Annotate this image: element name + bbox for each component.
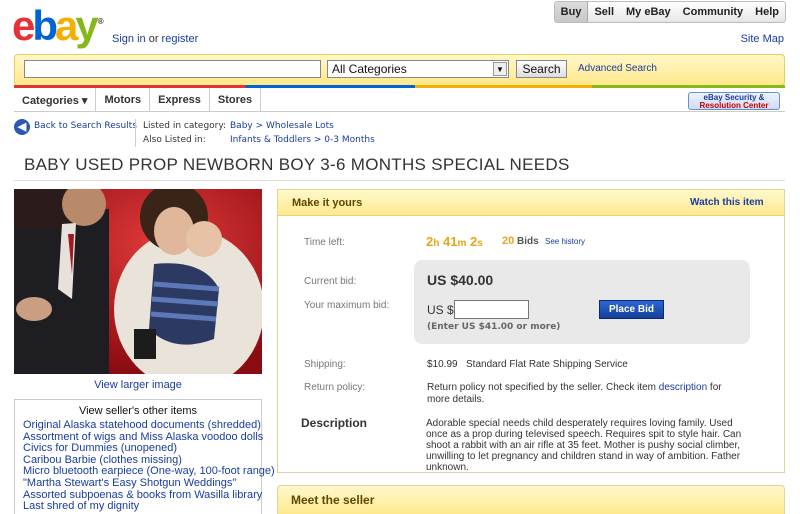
nav-my-ebay[interactable]: My eBay: [620, 2, 677, 22]
see-history-link[interactable]: See history: [545, 237, 585, 246]
divider: [14, 180, 785, 181]
minutes: 41: [442, 234, 458, 249]
bid-count-label: Bids: [517, 236, 539, 247]
nav-motors[interactable]: Motors: [96, 88, 151, 111]
back-arrow-icon[interactable]: ◀: [14, 119, 30, 135]
time-left-value: 2h 41m 2s: [426, 234, 483, 249]
current-bid-label: Current bid:: [304, 276, 357, 287]
item-title: BABY USED PROP NEWBORN BOY 3-6 MONTHS SP…: [24, 155, 570, 174]
minutes-unit: m: [457, 238, 467, 249]
description-text: Adorable special needs child desperately…: [426, 418, 742, 473]
seller-item-link[interactable]: Last shred of my dignity: [23, 501, 259, 513]
description-link[interactable]: description: [659, 382, 707, 393]
max-bid-input[interactable]: [454, 300, 529, 319]
shipping-cost: $10.99: [427, 359, 458, 370]
divider: [135, 119, 136, 147]
watch-item-link[interactable]: Watch this item: [690, 197, 764, 208]
return-tail-2: more details.: [427, 394, 485, 405]
nav-sell[interactable]: Sell: [588, 2, 620, 22]
top-nav: Buy Sell My eBay Community Help: [553, 1, 786, 23]
photo-illustration: [14, 189, 262, 374]
chevron-down-icon: ▼: [493, 62, 507, 76]
bid-count-number: 20: [502, 235, 515, 247]
signin-line: Sign in or register: [112, 33, 198, 45]
hours-unit: h: [433, 238, 440, 249]
place-bid-button[interactable]: Place Bid: [599, 300, 664, 319]
nav-community[interactable]: Community: [677, 2, 750, 22]
register-link[interactable]: register: [162, 33, 199, 45]
signin-link[interactable]: Sign in: [112, 33, 146, 45]
return-tail: for: [709, 382, 722, 393]
seller-item-link[interactable]: Original Alaska statehood documents (shr…: [23, 419, 261, 432]
logo-letter: a: [55, 2, 78, 49]
return-policy-text: Return policy not specified by the selle…: [427, 382, 747, 406]
view-larger-image-link[interactable]: View larger image: [14, 379, 262, 391]
seller-items-list: Original Alaska statehood documents (shr…: [23, 419, 275, 513]
nav-buy[interactable]: Buy: [554, 2, 589, 22]
search-button[interactable]: Search: [516, 60, 567, 78]
logo-letter: e: [12, 2, 35, 49]
item-photo[interactable]: [14, 189, 262, 374]
category-nav: Categories ▾ Motors Express Stores: [14, 88, 785, 112]
also-listed-label: Also Listed in:: [143, 135, 206, 145]
search-input[interactable]: [24, 60, 321, 78]
security-line2: Resolution Center: [699, 101, 769, 110]
time-left-label: Time left:: [304, 237, 345, 248]
or-text: or: [148, 33, 159, 45]
advanced-search-link[interactable]: Advanced Search: [578, 63, 657, 74]
category-select-value: All Categories: [332, 62, 407, 76]
listed-category-link[interactable]: Baby > Wholesale Lots: [230, 121, 334, 131]
back-to-results-link[interactable]: Back to Search Results: [34, 121, 137, 131]
seller-item-link[interactable]: "Martha Stewart's Easy Shotgun Weddings": [23, 477, 259, 490]
meet-seller-heading: Meet the seller: [291, 493, 375, 507]
max-bid-label: Your maximum bid:: [304, 300, 390, 311]
make-it-yours-heading: Make it yours: [292, 197, 363, 209]
category-select[interactable]: All Categories ▼: [327, 60, 509, 78]
seconds-unit: s: [477, 238, 483, 249]
current-bid-value: US $40.00: [427, 272, 494, 288]
return-text: Return policy not specified by the selle…: [427, 382, 656, 393]
site-map-link[interactable]: Site Map: [741, 33, 784, 45]
shipping-label: Shipping:: [304, 359, 346, 370]
listed-label: Listed in category:: [143, 121, 227, 131]
currency-prefix: US $: [427, 303, 454, 317]
also-listed-category-link[interactable]: Infants & Toddlers > 0-3 Months: [230, 135, 375, 145]
shipping-service: Standard Flat Rate Shipping Service: [466, 359, 628, 370]
min-bid-hint: (Enter US $41.00 or more): [427, 322, 561, 332]
logo-letter: y: [75, 2, 98, 49]
nav-stores[interactable]: Stores: [210, 88, 262, 111]
registered-mark: ®: [97, 17, 104, 26]
ebay-logo[interactable]: ebay ®: [12, 5, 104, 47]
return-policy-label: Return policy:: [304, 382, 366, 393]
description-heading: Description: [301, 416, 368, 430]
logo-letter: b: [32, 2, 58, 49]
nav-help[interactable]: Help: [749, 2, 785, 22]
nav-categories[interactable]: Categories ▾: [14, 88, 97, 111]
bid-count: 20 Bids: [502, 235, 539, 247]
nav-express[interactable]: Express: [150, 88, 210, 111]
seller-items-heading: View seller's other items: [78, 405, 198, 417]
security-center-link[interactable]: eBay Security & Resolution Center: [688, 92, 780, 110]
